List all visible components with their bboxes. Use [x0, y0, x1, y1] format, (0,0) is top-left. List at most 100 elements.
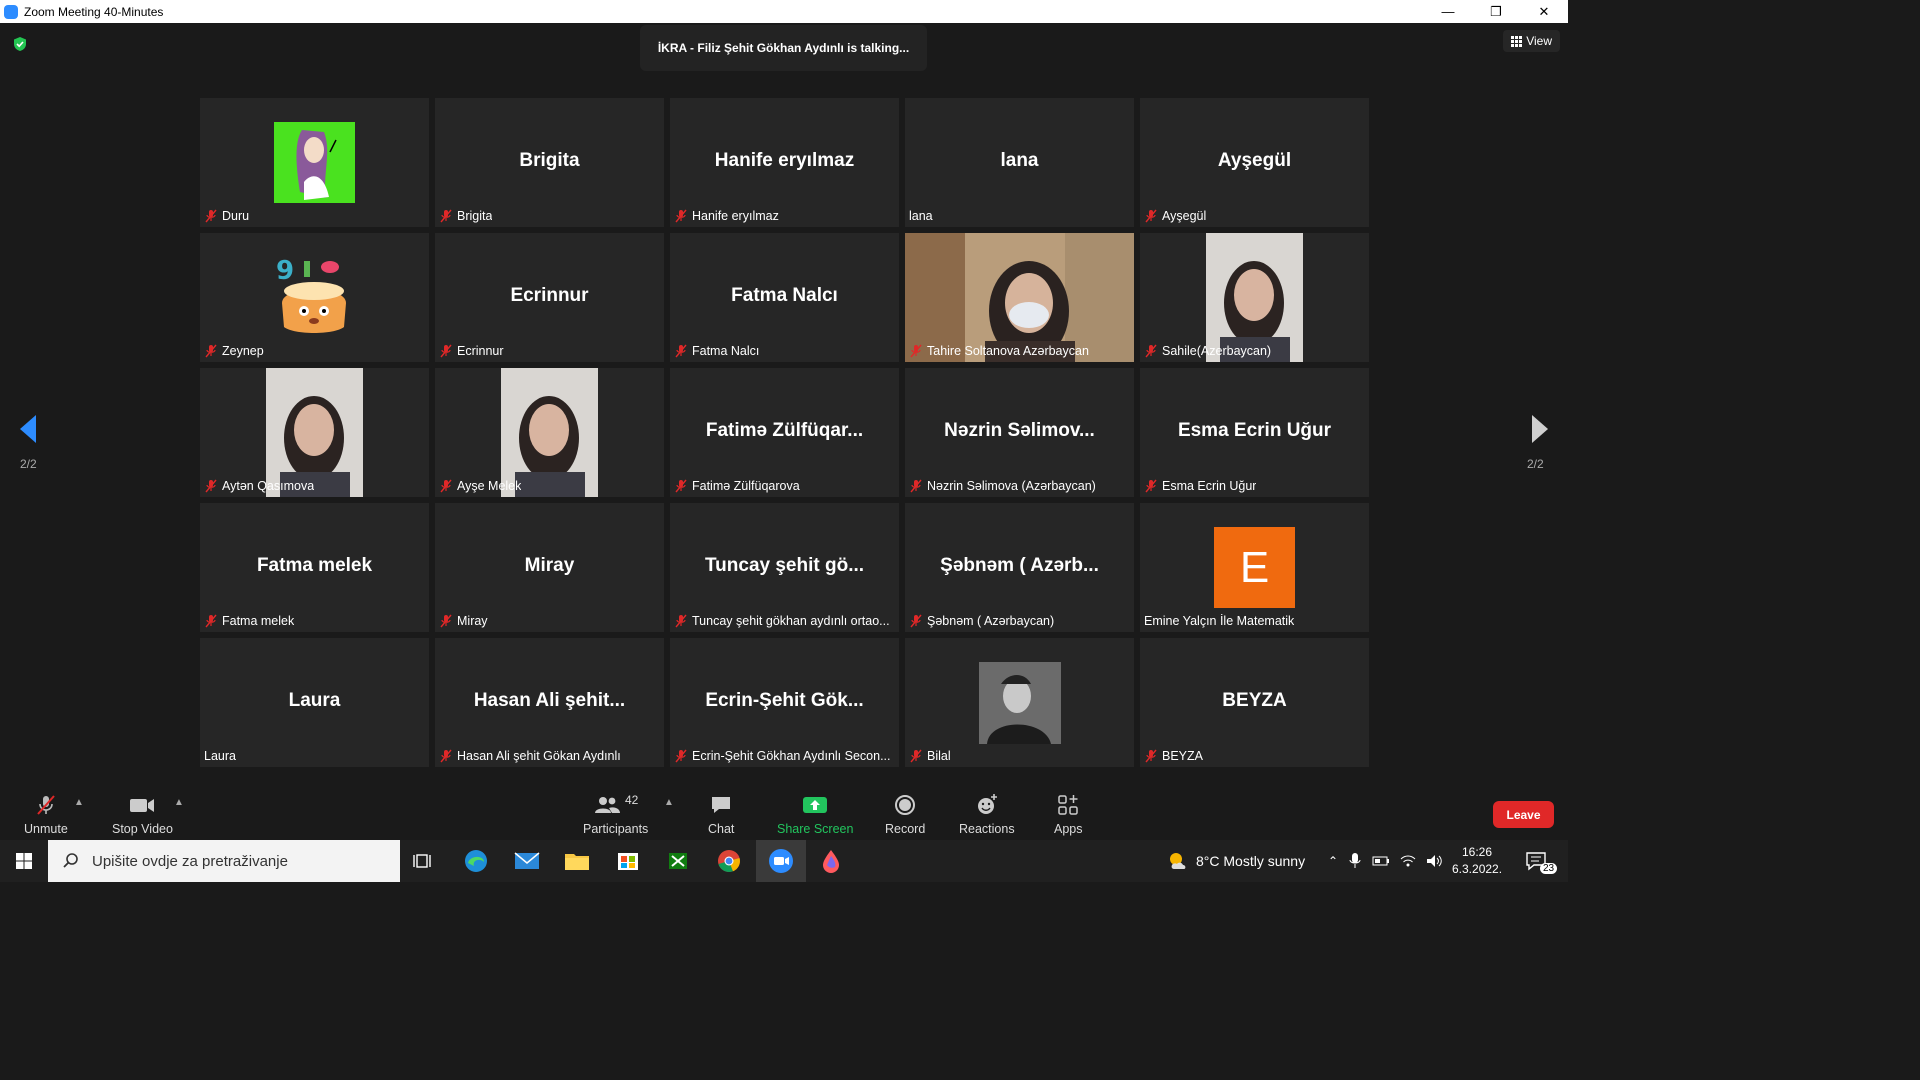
apps-button[interactable]: Apps: [1054, 793, 1083, 836]
search-icon: [63, 853, 78, 868]
paint-3d-icon[interactable]: [811, 846, 851, 876]
shield-check-icon[interactable]: [12, 36, 28, 52]
notification-count: 23: [1540, 862, 1558, 874]
share-screen-button[interactable]: Share Screen: [777, 793, 853, 836]
participant-name-label: Laura: [204, 749, 236, 763]
participant-name: Hasan Ali şehit Gökan Aydınlı: [457, 749, 621, 763]
participants-icon: [594, 797, 620, 813]
microsoft-store-icon[interactable]: [608, 846, 648, 876]
participant-tile[interactable]: Bilal: [905, 638, 1134, 767]
zoom-taskbar-button[interactable]: [756, 840, 806, 882]
participant-name-label: Ayşegül: [1144, 209, 1206, 223]
microphone-icon[interactable]: [1348, 852, 1362, 870]
participant-tile[interactable]: E Emine Yalçın İle Matematik: [1140, 503, 1369, 632]
next-page-arrow-icon[interactable]: [1530, 413, 1550, 445]
system-tray: ⌃: [1328, 840, 1444, 882]
taskbar-search-box[interactable]: Upišite ovdje za pretraživanje: [48, 840, 400, 882]
meeting-area: İKRA - Filiz Şehit Gökhan Aydınlı is tal…: [0, 23, 1568, 783]
participant-display-name: Şəbnəm ( Azərb...: [940, 555, 1099, 576]
edge-browser-icon[interactable]: [456, 846, 496, 876]
participants-button[interactable]: 42 Participants: [583, 793, 648, 836]
participant-tile[interactable]: Ecrin-Şehit Gök... Ecrin-Şehit Gökhan Ayd…: [670, 638, 899, 767]
video-camera-icon: [130, 799, 155, 812]
stop-video-label: Stop Video: [112, 822, 173, 836]
restore-button[interactable]: ❐: [1472, 0, 1520, 23]
xbox-app-icon[interactable]: [658, 846, 698, 876]
participant-tile[interactable]: Duru: [200, 98, 429, 227]
participant-name: lana: [909, 209, 933, 223]
participant-name: Esma Ecrin Uğur: [1162, 479, 1257, 493]
participant-name: Laura: [204, 749, 236, 763]
muted-microphone-icon: [675, 614, 687, 628]
windows-start-icon[interactable]: [4, 846, 44, 876]
muted-microphone-icon: [910, 344, 922, 358]
participant-tile[interactable]: Fatma Nalcı Fatma Nalcı: [670, 233, 899, 362]
weather-widget[interactable]: 8°C Mostly sunny: [1166, 840, 1305, 882]
view-button[interactable]: View: [1503, 30, 1560, 52]
record-button[interactable]: Record: [885, 793, 925, 836]
participant-tile[interactable]: Laura Laura: [200, 638, 429, 767]
participant-name: Ecrinnur: [457, 344, 504, 358]
file-explorer-icon[interactable]: [557, 846, 597, 876]
muted-microphone-icon: [205, 209, 217, 223]
task-view-icon[interactable]: [404, 846, 444, 876]
participant-tile[interactable]: BEYZA BEYZA: [1140, 638, 1369, 767]
participant-tile[interactable]: Ayşe Melek: [435, 368, 664, 497]
participant-tile[interactable]: Miray Miray: [435, 503, 664, 632]
speaker-icon[interactable]: [1426, 854, 1444, 868]
close-button[interactable]: ✕: [1520, 0, 1568, 23]
previous-page-arrow-icon[interactable]: [18, 413, 38, 445]
notifications-button[interactable]: 23: [1524, 840, 1558, 882]
participant-tile[interactable]: Sahile(Azerbaycan): [1140, 233, 1369, 362]
participant-tile[interactable]: Hanife eryılmaz Hanife eryılmaz: [670, 98, 899, 227]
audio-options-caret-icon[interactable]: ▲: [74, 797, 84, 808]
windows-taskbar: Upišite ovdje za pretraživanje 8°C Mostl: [0, 840, 1568, 882]
participant-display-name: Laura: [288, 690, 341, 711]
partly-sunny-icon: [1170, 853, 1186, 869]
participant-tile[interactable]: Tuncay şehit gö... Tuncay şehit gökhan ay…: [670, 503, 899, 632]
chrome-icon[interactable]: [709, 846, 749, 876]
participant-tile[interactable]: Nəzrin Səlimov... Nəzrin Səlimova (Azərba…: [905, 368, 1134, 497]
clock-time: 16:26: [1462, 845, 1493, 859]
muted-microphone-icon: [910, 479, 922, 493]
participant-tile[interactable]: Ayşegül Ayşegül: [1140, 98, 1369, 227]
participant-tile[interactable]: Brigita Brigita: [435, 98, 664, 227]
participant-name-label: Brigita: [439, 209, 492, 223]
participant-tile[interactable]: Fatimə Zülfüqar... Fatimə Zülfüqarova: [670, 368, 899, 497]
participant-tile[interactable]: Hasan Ali şehit... Hasan Ali şehit Gökan …: [435, 638, 664, 767]
clock[interactable]: 16:26 6.3.2022.: [1452, 840, 1502, 882]
reactions-button[interactable]: Reactions: [959, 793, 1015, 836]
muted-microphone-icon: [910, 749, 922, 763]
participant-name-label: Hanife eryılmaz: [674, 209, 779, 223]
participant-display-name: Fatma Nalcı: [731, 285, 838, 306]
battery-icon[interactable]: [1372, 855, 1390, 867]
participant-display-name: Fatimə Zülfüqar...: [705, 420, 864, 441]
muted-microphone-icon: [440, 479, 452, 493]
wifi-icon[interactable]: [1400, 854, 1416, 868]
participant-display-name: Fatma melek: [256, 555, 373, 576]
mail-icon[interactable]: [507, 846, 547, 876]
unmute-button[interactable]: Unmute: [24, 793, 68, 836]
participants-label: Participants: [583, 822, 649, 836]
stop-video-button[interactable]: Stop Video: [112, 793, 173, 836]
participant-tile[interactable]: Aytən Qasımova: [200, 368, 429, 497]
tray-overflow-chevron-icon[interactable]: ⌃: [1328, 854, 1338, 868]
participants-options-caret-icon[interactable]: ▲: [664, 797, 674, 808]
participant-tile[interactable]: Fatma melek Fatma melek: [200, 503, 429, 632]
participant-tile[interactable]: lana lana: [905, 98, 1134, 227]
participant-tile[interactable]: Tahire Soltanova Azərbaycan: [905, 233, 1134, 362]
muted-microphone-icon: [205, 479, 217, 493]
participant-video-feed: [266, 368, 363, 497]
participant-name: Ayşe Melek: [457, 479, 522, 493]
leave-button[interactable]: Leave: [1493, 801, 1554, 828]
chat-button[interactable]: Chat: [708, 793, 734, 836]
window-titlebar: Zoom Meeting 40-Minutes — ❐ ✕: [0, 0, 1568, 23]
minimize-button[interactable]: —: [1424, 0, 1472, 23]
participant-tile[interactable]: Esma Ecrin Uğur Esma Ecrin Uğur: [1140, 368, 1369, 497]
video-options-caret-icon[interactable]: ▲: [174, 797, 184, 808]
muted-microphone-icon: [675, 344, 687, 358]
participant-tile[interactable]: 9 Zeynep: [200, 233, 429, 362]
participant-tile[interactable]: Ecrinnur Ecrinnur: [435, 233, 664, 362]
apps-icon: [1058, 795, 1078, 815]
participant-tile[interactable]: Şəbnəm ( Azərb... Şəbnəm ( Azərbaycan): [905, 503, 1134, 632]
